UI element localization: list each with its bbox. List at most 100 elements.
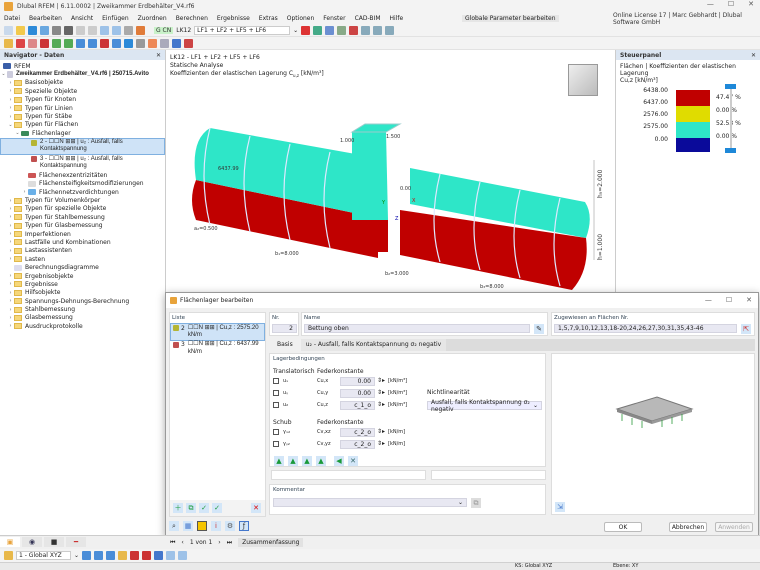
list-item[interactable]: 3 ☐☐N ⊞⊞ | Cu,z : 6437.99 kN/m (170, 341, 265, 357)
tree-item[interactable]: › Lastfälle und Kombinationen (0, 238, 165, 246)
dof-checkbox[interactable] (273, 402, 279, 408)
edit-name-icon[interactable]: ✎ (534, 324, 544, 334)
tree-item[interactable]: › Typen für spezielle Objekte (0, 205, 165, 213)
chevron-right-icon[interactable]: › (7, 214, 14, 220)
cross-icon[interactable] (184, 38, 193, 48)
undo-icon[interactable] (76, 25, 85, 35)
draw-arc-icon[interactable] (142, 551, 152, 560)
open-folder-icon[interactable] (16, 25, 25, 35)
apply-button[interactable]: Anwenden (715, 522, 753, 532)
chevron-right-icon[interactable]: › (7, 105, 14, 111)
coordinate-system-select[interactable]: 1 - Global XYZ (16, 551, 71, 560)
spring-value-input[interactable]: c_1_o (340, 401, 375, 410)
3d-view[interactable]: LK12 - LF1 + LF2 + LF5 + LF6 Statische A… (166, 50, 615, 293)
node-icon[interactable] (4, 38, 13, 48)
view-iso-icon[interactable] (82, 551, 92, 560)
support-y-icon[interactable]: ▲ (316, 456, 326, 466)
dof-checkbox[interactable] (273, 378, 279, 384)
first-page-icon[interactable]: ⏮ (170, 539, 175, 547)
list-item[interactable]: 2 ☐☐N ⊞⊞ | Cu,z : 2575.20 kN/m (170, 323, 265, 341)
load-combination-select[interactable]: LF1 + LF2 + LF5 + LF6 (194, 25, 291, 35)
surface-icon[interactable] (40, 38, 49, 48)
tree-item[interactable]: › Basisobjekte (0, 79, 165, 87)
axis-x-icon[interactable] (361, 25, 371, 35)
table-view-icon[interactable]: ▦ (183, 521, 193, 531)
render-icon[interactable] (124, 25, 133, 35)
chevron-right-icon[interactable]: › (7, 114, 14, 120)
support-node-icon[interactable] (52, 38, 61, 48)
dimension-icon[interactable] (136, 38, 145, 48)
tree-item[interactable]: › Typen für Stahlbemessung (0, 213, 165, 221)
chevron-down-icon[interactable]: ⌄ (0, 71, 7, 78)
axis-z-icon[interactable] (385, 25, 395, 35)
chevron-right-icon[interactable]: › (7, 97, 14, 103)
view-front-icon[interactable] (94, 551, 104, 560)
menu-hilfe[interactable]: Hilfe (390, 15, 404, 22)
spinner-icon[interactable]: ⇕▸ (377, 428, 385, 435)
chevron-right-icon[interactable]: › (7, 256, 14, 262)
chevron-right-icon[interactable]: › (7, 231, 14, 237)
support-hinged-icon[interactable]: ▲ (288, 456, 298, 466)
tree-item[interactable]: › Typen für Volumenkörper (0, 196, 165, 204)
cloud-icon[interactable] (40, 25, 49, 35)
spinner-icon[interactable]: ⇕▸ (377, 401, 385, 408)
chevron-right-icon[interactable]: › (21, 189, 28, 195)
snap-grid-icon[interactable] (118, 551, 128, 560)
menu-cad-bim[interactable]: CAD-BIM (355, 15, 381, 22)
support-free-icon[interactable]: ✕ (348, 456, 358, 466)
menu-bearbeiten[interactable]: Bearbeiten (29, 15, 62, 22)
load-line-icon[interactable] (88, 38, 97, 48)
color-scale-icon[interactable] (124, 38, 133, 48)
result-icon[interactable] (112, 38, 121, 48)
minimize-button[interactable]: — (707, 0, 714, 8)
support-fixed-icon[interactable]: ▲ (274, 456, 284, 466)
chevron-right-icon[interactable]: › (7, 80, 14, 86)
data-nav-tab[interactable]: ▣ (0, 537, 20, 547)
chevron-right-icon[interactable]: › (7, 315, 14, 321)
chevron-right-icon[interactable]: › (7, 198, 14, 204)
tree-item[interactable]: › Typen für Linien (0, 104, 165, 112)
axis-y-icon[interactable] (373, 25, 383, 35)
global-parameters-tab[interactable]: Globale Parameter bearbeiten (462, 15, 559, 22)
view-side-icon[interactable] (106, 551, 116, 560)
tree-item[interactable]: › Ausdruckprotokolle (0, 322, 165, 330)
tree-item[interactable]: › Typen für Stäbe (0, 112, 165, 120)
draw-cross-icon[interactable] (154, 551, 164, 560)
chevron-right-icon[interactable]: › (7, 290, 14, 296)
chevron-right-icon[interactable]: › (7, 88, 14, 94)
tree-item[interactable]: › Typen für Glasbemessung (0, 222, 165, 230)
next-page-icon[interactable]: › (218, 539, 220, 546)
comment-library-icon[interactable]: ⧉ (471, 498, 481, 508)
diagram-icon[interactable] (148, 38, 157, 48)
dialog-close-button[interactable]: ✕ (746, 296, 752, 304)
cancel-button[interactable]: Abbrechen (669, 522, 707, 532)
comment-field[interactable]: ⌄ (273, 498, 467, 507)
view-cube[interactable] (568, 64, 598, 96)
tree-item-support-2[interactable]: 2 - ☐☐N ⊞⊞ | u₂ : Ausfall, falls Kontakt… (0, 137, 165, 156)
tree-item[interactable]: › Ergebnisobjekte (0, 272, 165, 280)
section-icon[interactable] (100, 38, 109, 48)
tree-item[interactable]: › Glasbemessung (0, 314, 165, 322)
new-file-icon[interactable] (4, 25, 13, 35)
close-icon[interactable]: ✕ (751, 52, 756, 59)
dialog-minimize-button[interactable]: — (705, 296, 712, 304)
support-line-icon[interactable] (64, 38, 73, 48)
assigned-surfaces-field[interactable]: 1,5,7,9,10,12,13,18-20,24,26,27,30,31,35… (554, 324, 737, 333)
snap-icon[interactable] (172, 38, 181, 48)
info-icon[interactable]: i (211, 521, 221, 531)
grid-icon[interactable] (160, 38, 169, 48)
menu-zuordnen[interactable]: Zuordnen (138, 15, 167, 22)
snap-icon[interactable] (166, 551, 176, 560)
dialog-maximize-button[interactable]: ☐ (726, 296, 732, 304)
tree-item[interactable]: › Ergebnisse (0, 280, 165, 288)
tree-item-flaechenlager[interactable]: ⌄ Flächenlager (0, 129, 165, 137)
name-field[interactable]: Bettung oben (304, 324, 530, 333)
close-button[interactable]: ✕ (748, 0, 754, 8)
spring-value-input[interactable]: c_2_o (340, 440, 375, 449)
spring-value-input[interactable]: c_2_o (340, 428, 375, 437)
tree-item-eccentricities[interactable]: Flächenexzentrizitäten (0, 171, 165, 179)
support-icon[interactable] (337, 25, 347, 35)
grid-toggle-icon[interactable] (178, 551, 188, 560)
chevron-down-icon[interactable]: ⌄ (293, 27, 298, 34)
deformation-icon[interactable] (313, 25, 323, 35)
